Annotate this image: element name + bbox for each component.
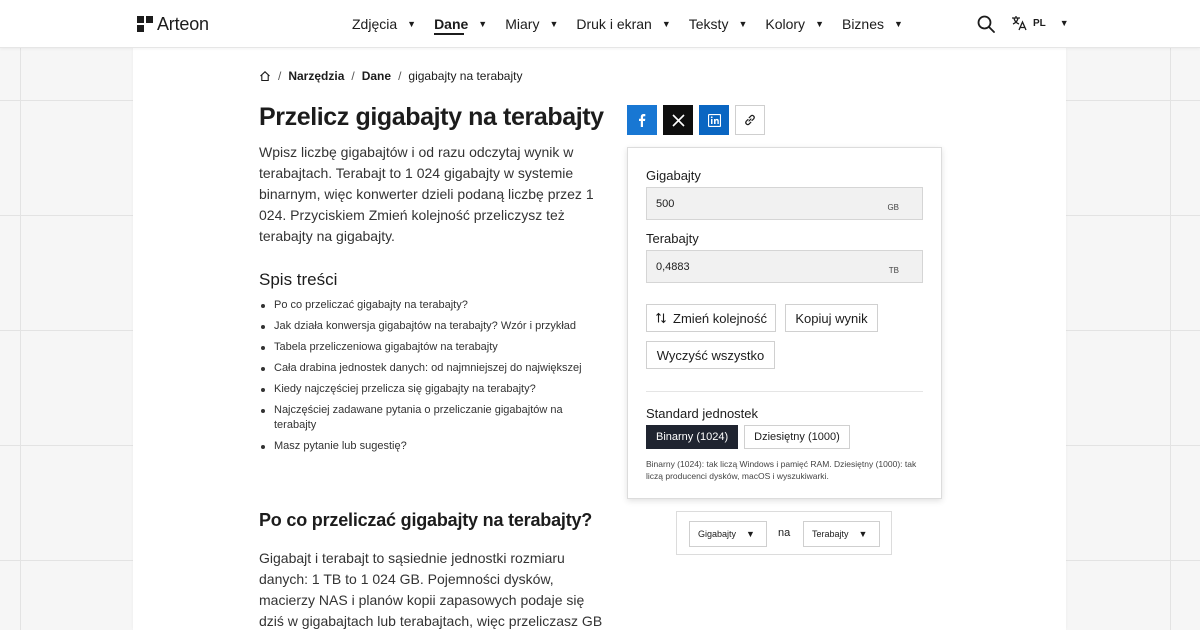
nav-item-label: Zdjęcia: [352, 16, 398, 32]
breadcrumb-link-narzedzia[interactable]: Narzędzia: [288, 69, 344, 83]
to-unit: TB: [888, 266, 899, 275]
swap-order-button[interactable]: Zmień kolejność: [646, 304, 776, 332]
terabytes-input[interactable]: [647, 251, 877, 282]
translate-icon: [1012, 16, 1027, 31]
from-unit-select[interactable]: Gigabajty ▼: [689, 521, 767, 547]
nav-item-label: Miary: [505, 16, 540, 32]
divider: [646, 391, 923, 392]
main-nav: Zdjęcia ▼ Dane ▼ Miary ▼ Druk i ekran ▼ …: [352, 0, 921, 48]
to-field-label: Terabajty: [646, 231, 699, 246]
linkedin-icon: [707, 113, 721, 127]
breadcrumb-separator: /: [351, 69, 355, 83]
unit-standard-toggle: Binarny (1024) Dziesiętny (1000): [646, 425, 850, 449]
nav-item-biznes[interactable]: Biznes ▼: [842, 0, 903, 48]
nav-item-label: Teksty: [688, 16, 729, 32]
unit-standard-label: Standard jednostek: [646, 406, 759, 421]
from-unit-select-value: Gigabajty: [698, 529, 737, 539]
breadcrumb-link-dane[interactable]: Dane: [362, 69, 391, 83]
page-title: Przelicz gigabajty na terabajty: [259, 103, 604, 131]
nav-item-label: Dane: [434, 16, 469, 32]
language-switcher[interactable]: PL ▼: [1011, 15, 1069, 31]
active-nav-indicator: [434, 33, 465, 35]
caret-down-icon: ▼: [858, 529, 868, 539]
nav-item-miary[interactable]: Miary ▼: [505, 0, 558, 48]
copy-result-button[interactable]: Kopiuj wynik: [785, 304, 878, 332]
share-linkedin-button[interactable]: [699, 105, 729, 135]
gigabytes-input[interactable]: [647, 188, 877, 219]
breadcrumb-separator: /: [278, 69, 282, 83]
caret-down-icon: ▼: [894, 19, 903, 29]
brand-logo[interactable]: Arteon: [137, 14, 209, 34]
breadcrumb: / Narzędzia / Dane / gigabajty na teraba…: [259, 69, 522, 83]
nav-item-label: Kolory: [765, 16, 806, 32]
language-label: PL: [1033, 17, 1046, 29]
breadcrumb-separator: /: [398, 69, 402, 83]
table-of-contents: Po co przeliczać gigabajty na terabajty?…: [261, 298, 604, 460]
nav-item-zdjecia[interactable]: Zdjęcia ▼: [352, 0, 416, 48]
link-icon: [745, 114, 755, 126]
x-icon: [671, 113, 685, 127]
swap-arrows-icon: [656, 312, 666, 324]
toc-link[interactable]: Jak działa konwersja gigabajtów na terab…: [261, 319, 604, 334]
breadcrumb-current: gigabajty na terabajty: [408, 69, 523, 83]
copy-result-label: Kopiuj wynik: [795, 310, 868, 326]
search-button[interactable]: [977, 15, 995, 33]
intro-text: Wpisz liczbę gigabajtów i od razu odczyt…: [259, 144, 594, 244]
clear-all-button[interactable]: Wyczyść wszystko: [646, 341, 775, 369]
caret-down-icon: ▼: [738, 19, 748, 29]
nav-item-label: Biznes: [841, 16, 885, 32]
to-unit-select[interactable]: Terabajty ▼: [803, 521, 880, 547]
to-unit-select-value: Terabajty: [812, 529, 849, 539]
toc-title: Spis treści: [259, 270, 338, 289]
toc-link[interactable]: Najczęściej zadawane pytania o przelicza…: [261, 403, 564, 433]
from-field-label: Gigabajty: [646, 168, 701, 183]
unit-connector: na: [778, 527, 791, 539]
section-body: Gigabajt i terabajt to sąsiednie jednost…: [259, 550, 603, 629]
caret-down-icon: ▼: [746, 529, 755, 539]
home-icon[interactable]: [259, 70, 271, 82]
toc-link[interactable]: Po co przeliczać gigabajty na terabajty?: [261, 298, 604, 313]
from-unit: GB: [887, 203, 899, 212]
standard-binary-option[interactable]: Binarny (1024): [646, 425, 739, 449]
unit-switch-bar: Gigabajty ▼ na Terabajty ▼: [676, 511, 892, 555]
swap-order-label: Zmień kolejność: [673, 310, 767, 326]
caret-down-icon: ▼: [661, 19, 671, 29]
nav-item-teksty[interactable]: Teksty ▼: [689, 0, 748, 48]
clear-all-label: Wyczyść wszystko: [656, 347, 765, 363]
caret-down-icon: ▼: [407, 19, 417, 29]
unit-standard-note: Binarny (1024): tak liczą Windows i pami…: [646, 459, 917, 481]
nav-item-druk-i-ekran[interactable]: Druk i ekran ▼: [576, 0, 670, 48]
caret-down-icon: ▼: [549, 19, 559, 29]
brand-name: Arteon: [157, 14, 209, 34]
nav-item-kolory[interactable]: Kolory ▼: [765, 0, 824, 48]
from-field: GB: [646, 187, 923, 220]
caret-down-icon: ▼: [1059, 18, 1069, 28]
caret-down-icon: ▼: [478, 19, 488, 29]
share-facebook-button[interactable]: [627, 105, 657, 135]
toc-link[interactable]: Kiedy najczęściej przelicza się gigabajt…: [261, 382, 604, 397]
facebook-icon: [639, 114, 646, 127]
toc-link[interactable]: Tabela przeliczeniowa gigabajtów na tera…: [261, 340, 604, 355]
to-field: TB: [646, 250, 923, 283]
standard-decimal-option[interactable]: Dziesiętny (1000): [744, 425, 850, 449]
share-x-button[interactable]: [663, 105, 693, 135]
nav-item-dane[interactable]: Dane ▼: [434, 0, 487, 48]
copy-link-button[interactable]: [735, 105, 765, 135]
share-bar: [627, 105, 765, 135]
search-icon: [977, 15, 995, 33]
section-heading: Po co przeliczać gigabajty na terabajty?: [259, 510, 593, 530]
site-header: Arteon Zdjęcia ▼ Dane ▼ Miary ▼ Druk i e…: [0, 0, 1200, 48]
toc-link[interactable]: Masz pytanie lub sugestię?: [261, 439, 604, 454]
nav-item-label: Druk i ekran: [576, 16, 652, 32]
logo-mark-icon: [137, 16, 153, 32]
caret-down-icon: ▼: [815, 19, 824, 29]
toc-link[interactable]: Cała drabina jednostek danych: od najmni…: [261, 361, 604, 376]
converter-panel: Gigabajty GB Terabajty TB Zmień kolejnoś…: [627, 147, 942, 499]
